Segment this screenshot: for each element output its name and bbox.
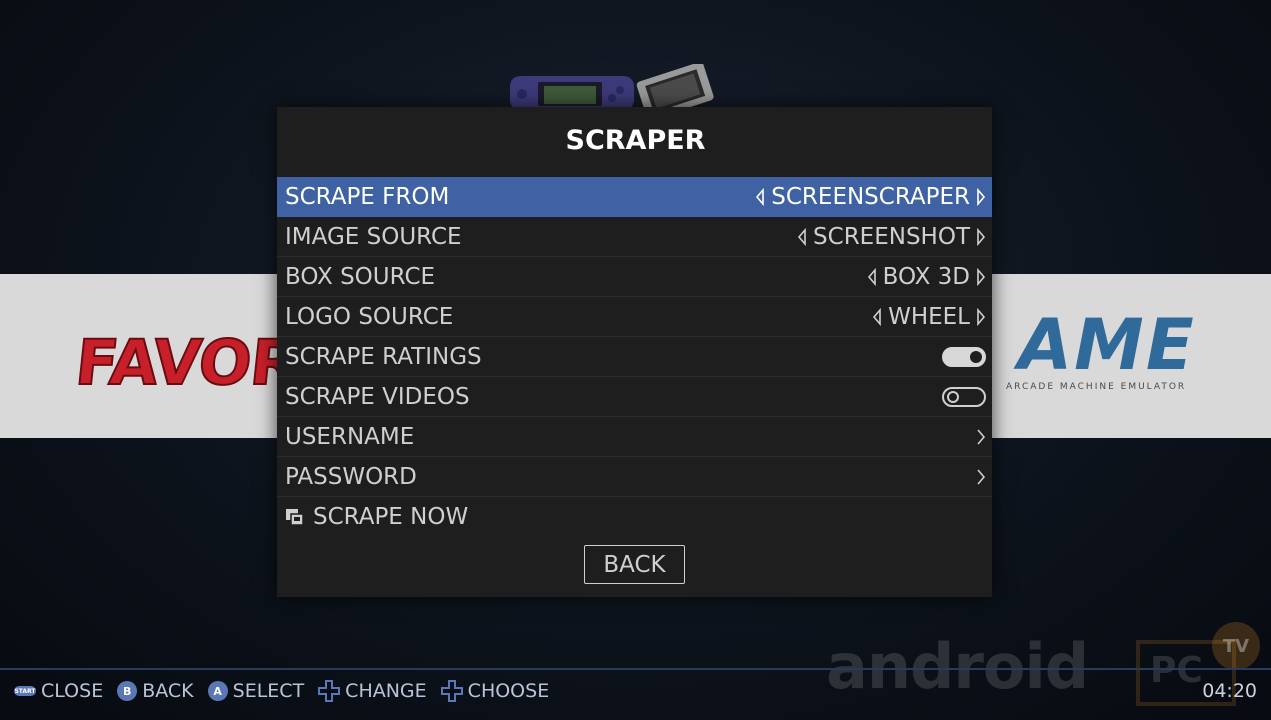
setting-value-group: [976, 428, 986, 446]
help-close: START CLOSE: [14, 680, 103, 702]
mame-logo: AME ARCADE MACHINE EMULATOR: [1000, 300, 1230, 400]
scrape-now-button[interactable]: SCRAPE NOW: [277, 497, 992, 536]
setting-username[interactable]: USERNAME: [277, 417, 992, 457]
setting-label: IMAGE SOURCE: [285, 223, 462, 250]
setting-label: USERNAME: [285, 423, 415, 450]
help-bar: START CLOSE B BACK A SELECT CHANGE CHOOS…: [14, 678, 549, 704]
arrow-right-icon[interactable]: [976, 187, 986, 206]
setting-value: BOX 3D: [882, 263, 970, 290]
setting-value-group: [976, 468, 986, 486]
setting-value: SCREENSCRAPER: [771, 183, 970, 210]
setting-scrape-from[interactable]: SCRAPE FROM SCREENSCRAPER: [277, 177, 992, 217]
scrape-icon: [286, 509, 304, 526]
setting-scrape-ratings[interactable]: SCRAPE RATINGS: [277, 337, 992, 377]
help-label: BACK: [142, 680, 194, 702]
start-button-icon: START: [14, 686, 36, 696]
settings-list: SCRAPE FROM SCREENSCRAPER IMAGE SOURCE S…: [277, 177, 992, 536]
back-button[interactable]: BACK: [584, 545, 685, 584]
setting-value-group: SCREENSCRAPER: [755, 184, 986, 210]
chevron-right-icon: [976, 428, 986, 446]
setting-label: SCRAPE RATINGS: [285, 343, 482, 370]
help-label: CHANGE: [345, 680, 427, 702]
scrape-videos-toggle[interactable]: [942, 386, 986, 407]
setting-password[interactable]: PASSWORD: [277, 457, 992, 497]
mame-logo-text: AME: [1018, 304, 1196, 386]
dialog-title: SCRAPER: [565, 125, 706, 156]
setting-value-group: BOX 3D: [867, 264, 986, 290]
help-change: CHANGE: [318, 680, 427, 702]
screen: FAVORIT AME ARCADE MACHINE EMULATOR SCRA…: [0, 0, 1271, 720]
arrow-left-icon[interactable]: [867, 267, 877, 286]
setting-value-group: WHEEL: [872, 304, 986, 330]
arrow-left-icon[interactable]: [797, 227, 807, 246]
setting-box-source[interactable]: BOX SOURCE BOX 3D: [277, 257, 992, 297]
setting-label: BOX SOURCE: [285, 263, 436, 290]
setting-label: PASSWORD: [285, 463, 417, 490]
toggle-knob: [970, 350, 982, 363]
arrow-right-icon[interactable]: [976, 227, 986, 246]
setting-value-group: [942, 386, 986, 407]
help-label: CHOOSE: [467, 680, 550, 702]
arrow-left-icon[interactable]: [755, 187, 765, 206]
helpbar-divider: [0, 668, 1271, 670]
mame-logo-subtitle: ARCADE MACHINE EMULATOR: [1006, 382, 1187, 392]
toggle-knob: [947, 390, 959, 403]
dpad-icon: [440, 680, 463, 702]
scrape-ratings-toggle[interactable]: [942, 346, 986, 367]
watermark-badge: TV: [1212, 622, 1260, 670]
arrow-left-icon[interactable]: [872, 307, 882, 326]
setting-image-source[interactable]: IMAGE SOURCE SCREENSHOT: [277, 217, 992, 257]
setting-label: SCRAPE FROM: [285, 183, 450, 210]
b-button-icon: B: [117, 681, 138, 701]
a-button-icon: A: [207, 681, 228, 701]
setting-label-group: SCRAPE NOW: [285, 504, 468, 530]
clock: 04:20: [1202, 680, 1257, 702]
help-choose: CHOOSE: [440, 680, 550, 702]
scrape-now-label: SCRAPE NOW: [313, 503, 469, 530]
watermark-text: android: [826, 630, 1089, 703]
setting-value-group: [942, 346, 986, 367]
chevron-right-icon: [976, 468, 986, 486]
help-label: CLOSE: [41, 680, 104, 702]
setting-scrape-videos[interactable]: SCRAPE VIDEOS: [277, 377, 992, 417]
setting-value: SCREENSHOT: [813, 223, 970, 250]
setting-logo-source[interactable]: LOGO SOURCE WHEEL: [277, 297, 992, 337]
help-back: B BACK: [117, 680, 194, 702]
dpad-icon: [318, 680, 341, 702]
console-art-image: [510, 64, 714, 110]
help-label: SELECT: [232, 680, 305, 702]
setting-value-group: SCREENSHOT: [797, 224, 986, 250]
setting-value: WHEEL: [888, 303, 970, 330]
arrow-right-icon[interactable]: [976, 267, 986, 286]
setting-label: LOGO SOURCE: [285, 303, 454, 330]
arrow-right-icon[interactable]: [976, 307, 986, 326]
help-select: A SELECT: [207, 680, 305, 702]
setting-label: SCRAPE VIDEOS: [285, 383, 470, 410]
